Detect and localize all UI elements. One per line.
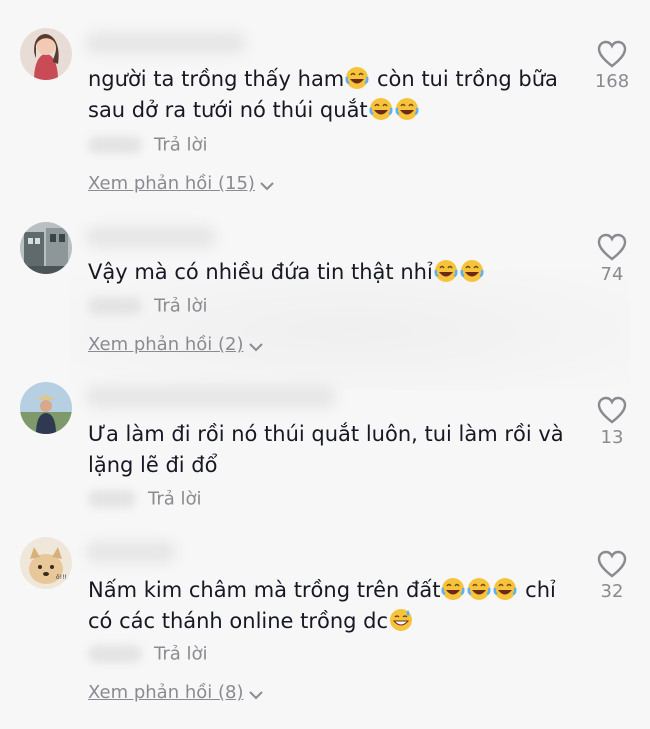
username-blurred[interactable] [86, 226, 216, 248]
username-blurred[interactable] [86, 541, 176, 563]
laughing-emoji-icon [460, 260, 484, 282]
like-count: 32 [600, 581, 624, 602]
like-button[interactable]: 32 [592, 550, 632, 602]
chevron-down-icon [260, 182, 274, 191]
timestamp-blurred [88, 136, 142, 154]
laughing-emoji-icon [493, 578, 517, 600]
view-replies-link[interactable]: Xem phản hồi (8) [88, 682, 264, 703]
building-photo-icon [20, 222, 72, 274]
laughing-emoji-icon [467, 578, 491, 600]
avatar[interactable] [20, 222, 72, 274]
timestamp-blurred [88, 297, 142, 315]
like-button[interactable]: 74 [592, 233, 632, 285]
like-button[interactable]: 168 [592, 40, 632, 92]
laughing-emoji-icon [345, 67, 369, 89]
heart-icon [597, 233, 627, 261]
dog-photo-icon: ô!!! [20, 537, 72, 589]
comment-meta: Trả lời [88, 643, 208, 667]
reply-button[interactable]: Trả lời [148, 489, 202, 510]
avatar[interactable] [20, 28, 72, 80]
chevron-down-icon [248, 343, 263, 352]
like-count: 168 [594, 71, 630, 92]
heart-icon [597, 40, 627, 68]
like-count: 74 [600, 264, 624, 285]
reply-button[interactable]: Trả lời [154, 644, 208, 665]
reply-button[interactable]: Trả lời [154, 135, 208, 156]
timestamp-blurred [88, 490, 136, 508]
laughing-emoji-icon [395, 98, 419, 120]
avatar[interactable] [20, 382, 72, 434]
heart-icon [597, 396, 627, 424]
username-blurred[interactable] [86, 386, 336, 408]
like-button[interactable]: 13 [592, 396, 632, 448]
like-count: 13 [600, 427, 624, 448]
timestamp-blurred [88, 645, 142, 663]
view-replies-link[interactable]: Xem phản hồi (2) [88, 334, 264, 355]
comment-meta: Trả lời [88, 488, 202, 512]
reply-button[interactable]: Trả lời [154, 296, 208, 317]
comment-text: Nấm kim châm mà trồng trên đất chỉ có cá… [88, 578, 556, 633]
svg-text:ô!!!: ô!!! [56, 574, 67, 581]
laughing-emoji-icon [369, 98, 393, 120]
comment-meta: Trả lời [88, 134, 208, 158]
comment-text: Vậy mà có nhiều đứa tin thật nhỉ [88, 257, 568, 288]
heart-icon [597, 550, 627, 578]
comment-text: Ưa làm đi rồi nó thúi quắt luôn, tui làm… [88, 422, 564, 477]
background-shading [70, 270, 630, 390]
avatar[interactable]: ô!!! [20, 537, 72, 589]
woman-portrait-icon [20, 28, 72, 80]
comment-text: người ta trồng thấy ham còn tui trồng bữ… [88, 67, 558, 122]
chevron-down-icon [248, 691, 263, 700]
laughing-emoji-icon [441, 578, 465, 600]
comment-meta: Trả lời [88, 295, 208, 319]
laughing-emoji-icon [434, 260, 458, 282]
view-replies-link[interactable]: Xem phản hồi (15) [88, 173, 275, 194]
person-outdoor-icon [20, 382, 72, 434]
grinning-sweat-emoji-icon [390, 609, 413, 631]
username-blurred[interactable] [86, 32, 246, 54]
